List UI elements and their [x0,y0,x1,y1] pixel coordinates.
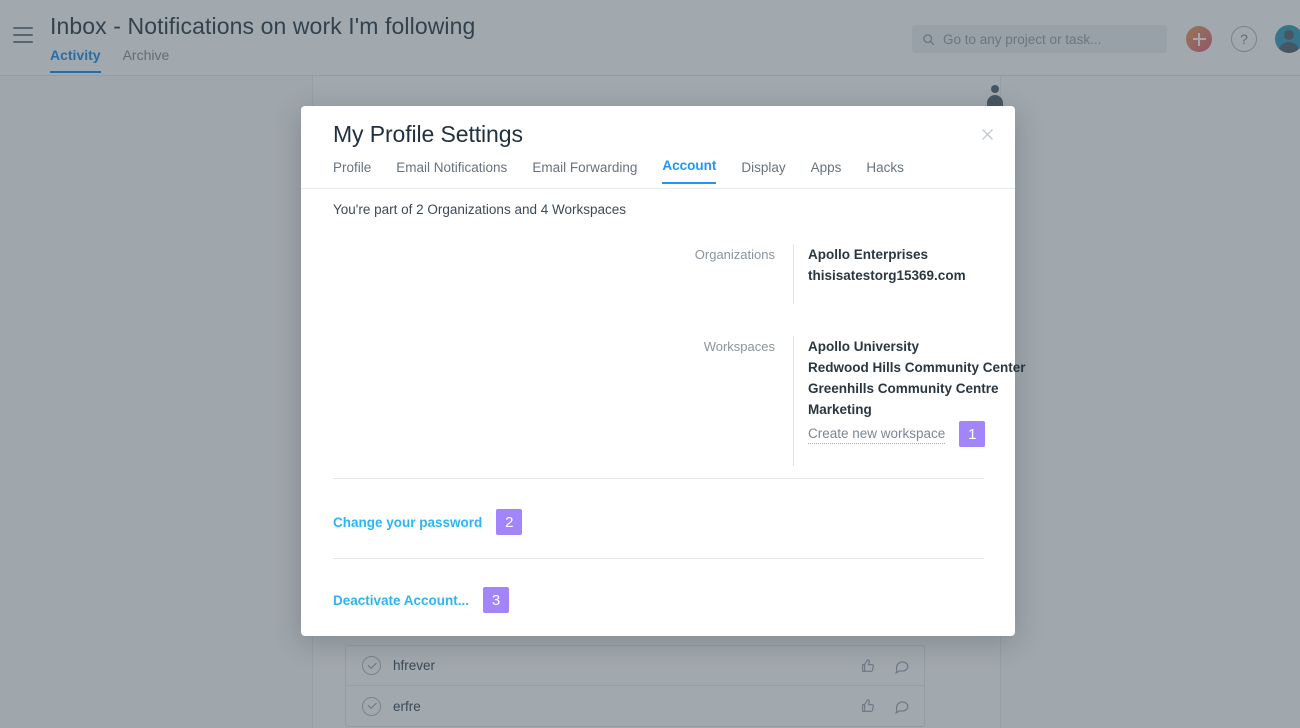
organizations-section: Organizations Apollo Enterprises thisisa… [633,244,966,304]
create-new-workspace-link[interactable]: Create new workspace [808,424,946,444]
deactivate-account-link[interactable]: Deactivate Account... [333,593,469,608]
dialog-tab-bar: Profile Email Notifications Email Forwar… [333,158,904,184]
tab-apps[interactable]: Apps [811,160,842,184]
organization-item: thisisatestorg15369.com [808,268,966,283]
organizations-label: Organizations [694,247,775,262]
workspaces-label: Workspaces [703,339,775,354]
workspace-item: Redwood Hills Community Center [808,360,1026,375]
workspaces-section: Workspaces Apollo University Redwood Hil… [633,336,1026,466]
tab-email-notifications[interactable]: Email Notifications [396,160,507,184]
tab-display[interactable]: Display [741,160,785,184]
workspace-item: Greenhills Community Centre [808,381,999,396]
organization-item: Apollo Enterprises [808,247,929,262]
workspaces-list: Apollo University Redwood Hills Communit… [794,336,1026,466]
workspace-item: Marketing [808,402,872,417]
section-divider [333,558,984,559]
change-password-link[interactable]: Change your password [333,515,482,530]
annotation-badge-2: 2 [496,509,523,535]
tab-email-forwarding[interactable]: Email Forwarding [532,160,637,184]
annotation-badge-3: 3 [483,587,510,613]
tab-hacks[interactable]: Hacks [866,160,904,184]
section-divider [333,478,984,479]
close-button[interactable] [975,122,999,146]
tab-bar-divider [301,188,1015,189]
workspace-item: Apollo University [808,339,920,354]
annotation-badge-1: 1 [959,421,986,447]
dialog-title: My Profile Settings [333,121,523,147]
close-icon [981,128,993,140]
deactivate-account-row: Deactivate Account... 3 [333,587,510,613]
change-password-row: Change your password 2 [333,509,523,535]
profile-settings-dialog: My Profile Settings Profile Email Notifi… [301,106,1026,636]
membership-summary: You're part of 2 Organizations and 4 Wor… [333,202,626,217]
tab-profile[interactable]: Profile [333,160,371,184]
organizations-list: Apollo Enterprises thisisatestorg15369.c… [794,244,966,304]
tab-account[interactable]: Account [662,158,717,184]
